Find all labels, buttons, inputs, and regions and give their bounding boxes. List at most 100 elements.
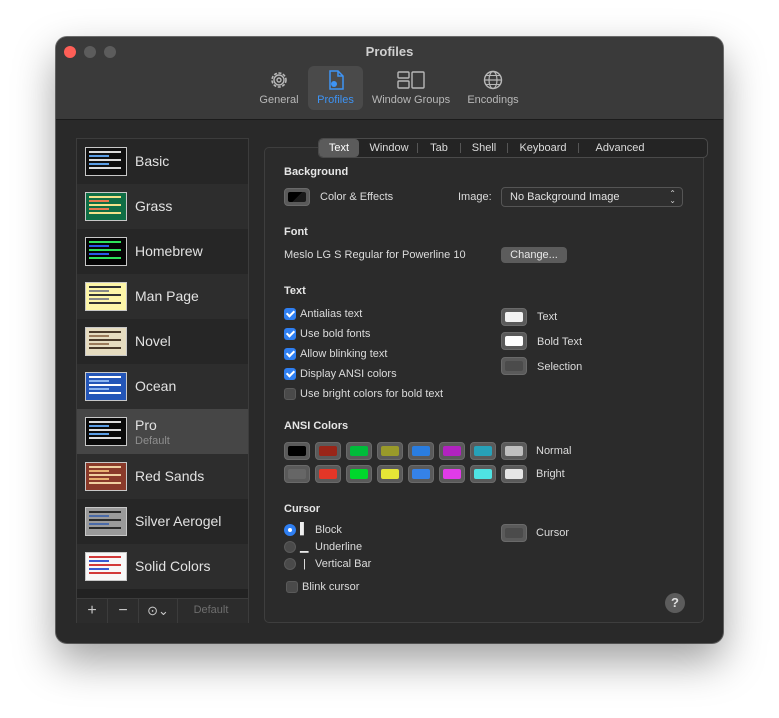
- preview-line: [89, 241, 121, 243]
- profile-item[interactable]: Grass: [77, 184, 248, 229]
- swatch-fill: [288, 469, 306, 479]
- profile-preview-thumbnail: [85, 417, 127, 446]
- tab-text[interactable]: Text: [319, 139, 359, 157]
- ansi-normal-swatch-5[interactable]: [439, 442, 465, 460]
- ansi-normal-swatch-6[interactable]: [470, 442, 496, 460]
- ansi-bright-swatch-0[interactable]: [284, 465, 310, 483]
- bright-bold-checkbox[interactable]: [284, 388, 296, 400]
- profile-item[interactable]: Solid Colors: [77, 544, 248, 589]
- profile-name: Novel: [135, 333, 171, 349]
- cursor-vertical-bar-radio[interactable]: [284, 558, 296, 570]
- ansi-colors-label: Display ANSI colors: [300, 368, 397, 380]
- ansi-bright-label: Bright: [536, 468, 565, 480]
- cursor-color-swatch[interactable]: [501, 524, 527, 542]
- tab-window[interactable]: Window: [361, 139, 417, 157]
- blink-cursor-checkbox[interactable]: [286, 581, 298, 593]
- ansi-normal-swatch-7[interactable]: [501, 442, 527, 460]
- preview-line: [89, 196, 121, 198]
- toolbar-general-button[interactable]: General: [254, 66, 304, 110]
- profile-item[interactable]: Silver Aerogel: [77, 499, 248, 544]
- background-color-swatch[interactable]: [284, 188, 310, 206]
- cursor-underline-radio[interactable]: [284, 541, 296, 553]
- profile-item[interactable]: Pro Default: [77, 409, 248, 454]
- preview-line: [89, 200, 109, 202]
- text-color-label: Text: [537, 311, 558, 323]
- preview-line: [89, 437, 121, 439]
- ansi-colors-checkbox[interactable]: [284, 368, 296, 380]
- ansi-bright-swatch-6[interactable]: [470, 465, 496, 483]
- preview-line: [89, 286, 121, 288]
- tab-shell[interactable]: Shell: [461, 139, 507, 157]
- add-profile-button[interactable]: +: [77, 599, 108, 623]
- profile-item[interactable]: Novel: [77, 319, 248, 364]
- toolbar-window-groups-button[interactable]: Window Groups: [367, 66, 455, 110]
- preview-line: [89, 331, 121, 333]
- blinking-text-checkbox[interactable]: [284, 348, 296, 360]
- ansi-normal-swatch-2[interactable]: [346, 442, 372, 460]
- tab-tab[interactable]: Tab: [418, 139, 460, 157]
- bold-fonts-checkbox[interactable]: [284, 328, 296, 340]
- bold-text-color-swatch[interactable]: [501, 332, 527, 350]
- underline-cursor-glyph: ▁: [300, 541, 309, 553]
- swatch-fill: [350, 446, 368, 456]
- swatch-fill: [381, 446, 399, 456]
- bright-bold-label: Use bright colors for bold text: [300, 388, 444, 400]
- toolbar-encodings-button[interactable]: Encodings: [460, 66, 526, 110]
- preview-line: [89, 433, 109, 435]
- ansi-bright-swatch-4[interactable]: [408, 465, 434, 483]
- background-image-select[interactable]: No Background Image ⌃ ⌄: [501, 187, 683, 207]
- help-button[interactable]: ?: [665, 593, 685, 613]
- preview-line: [89, 298, 109, 300]
- window-title: Profiles: [365, 44, 414, 59]
- profiles-window: Profiles General Profiles Window Groups …: [56, 37, 723, 643]
- preview-line: [89, 560, 109, 562]
- ansi-normal-swatch-1[interactable]: [315, 442, 341, 460]
- preview-line: [89, 159, 121, 161]
- ansi-normal-swatch-0[interactable]: [284, 442, 310, 460]
- set-default-button[interactable]: Default: [179, 604, 243, 616]
- preview-line: [89, 511, 121, 513]
- ansi-bright-swatch-7[interactable]: [501, 465, 527, 483]
- preview-line: [89, 564, 121, 566]
- ansi-bright-swatch-1[interactable]: [315, 465, 341, 483]
- ansi-bright-swatch-5[interactable]: [439, 465, 465, 483]
- bold-fonts-label: Use bold fonts: [300, 328, 371, 340]
- profile-item[interactable]: Man Page: [77, 274, 248, 319]
- remove-profile-button[interactable]: −: [108, 599, 139, 623]
- profile-item[interactable]: Homebrew: [77, 229, 248, 274]
- cursor-vertical-bar-label: Vertical Bar: [315, 558, 372, 570]
- change-font-button[interactable]: Change...: [501, 247, 567, 263]
- settings-tabs: Text Window Tab Shell Keyboard Advanced: [318, 138, 708, 158]
- profile-preview-thumbnail: [85, 552, 127, 581]
- profile-actions-menu-button[interactable]: ⊙⌄: [139, 599, 178, 623]
- preview-line: [89, 208, 109, 210]
- profile-item[interactable]: Basic: [77, 139, 248, 184]
- preview-line: [89, 429, 121, 431]
- cursor-block-radio[interactable]: [284, 524, 296, 536]
- ansi-bright-swatch-3[interactable]: [377, 465, 403, 483]
- ansi-normal-swatch-3[interactable]: [377, 442, 403, 460]
- toolbar-profiles-button[interactable]: Profiles: [308, 66, 363, 110]
- preview-line: [89, 302, 121, 304]
- sidebar-footer: + − ⊙⌄ Default: [77, 598, 248, 623]
- preview-line: [89, 253, 109, 255]
- text-color-swatch[interactable]: [501, 308, 527, 326]
- profile-name: Grass: [135, 198, 173, 214]
- profile-item[interactable]: Ocean: [77, 364, 248, 409]
- ansi-normal-swatch-4[interactable]: [408, 442, 434, 460]
- profile-item[interactable]: Red Sands: [77, 454, 248, 499]
- tab-advanced[interactable]: Advanced: [579, 139, 661, 157]
- swatch-fill: [443, 469, 461, 479]
- selection-color-swatch[interactable]: [501, 357, 527, 375]
- antialias-checkbox[interactable]: [284, 308, 296, 320]
- image-label: Image:: [458, 191, 492, 203]
- ansi-normal-label: Normal: [536, 445, 572, 457]
- swatch-fill: [505, 469, 523, 479]
- tab-keyboard[interactable]: Keyboard: [508, 139, 578, 157]
- profile-preview-thumbnail: [85, 507, 127, 536]
- profile-list[interactable]: Basic Grass Homebrew Man Page Novel Ocean Pro D…: [77, 139, 248, 590]
- preview-line: [89, 204, 121, 206]
- color-effects-label: Color & Effects: [320, 191, 394, 203]
- ansi-bright-swatch-2[interactable]: [346, 465, 372, 483]
- cursor-heading: Cursor: [284, 503, 321, 515]
